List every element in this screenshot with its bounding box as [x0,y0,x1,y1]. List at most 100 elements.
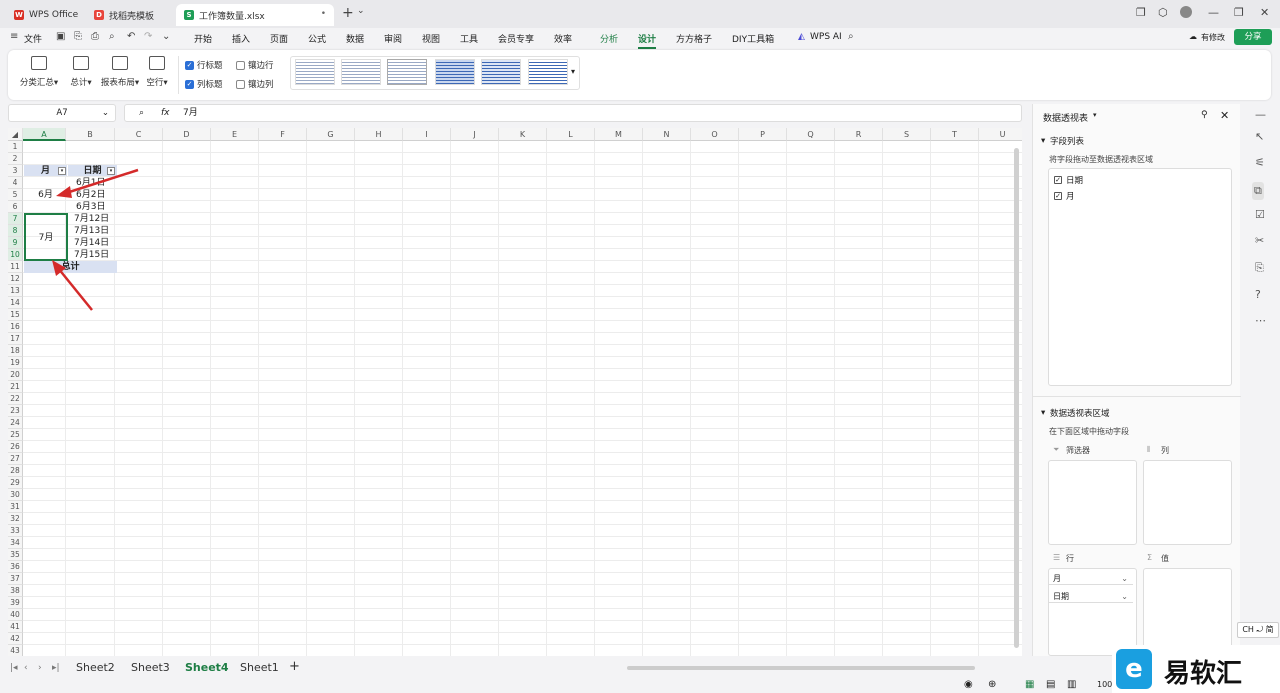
column-header-s[interactable]: S [883,128,931,141]
new-tab-icon[interactable]: + [342,5,354,21]
pivot-panel-icon[interactable]: ⧉ [1252,182,1264,200]
undo-icon[interactable]: ↶ [127,31,135,42]
search-icon[interactable]: ⌕ [848,31,854,42]
banded-rows-checkbox[interactable]: 镶边行 [236,59,274,71]
column-drop-area[interactable] [1143,460,1232,545]
page-break-icon[interactable]: ▥ [1067,679,1076,690]
value-drop-area[interactable] [1143,568,1232,656]
row-header-37[interactable]: 37 [8,573,23,585]
maximize-icon[interactable]: ❐ [1234,6,1244,19]
more-options-icon[interactable]: ⋯ [1255,314,1266,327]
sheet-tab-sheet4[interactable]: Sheet4 [185,661,229,674]
collapse-icon[interactable]: ▾ [1041,408,1045,418]
row-header-26[interactable]: 26 [8,441,23,453]
row-field-month[interactable]: 月 ⌄ [1049,572,1133,585]
zoom-icon[interactable]: ⌕ [139,105,144,121]
menu-file[interactable]: 文件 [24,32,42,45]
pivot-style-2[interactable] [341,59,381,85]
row-header-42[interactable]: 42 [8,633,23,645]
tab-template[interactable]: D 找稻壳模板 [86,4,172,26]
close-tab-icon[interactable]: • [321,9,326,19]
print-icon[interactable]: ⎙ [91,31,99,42]
row-header-24[interactable]: 24 [8,417,23,429]
menu-review[interactable]: 审阅 [384,32,402,45]
chevron-down-icon[interactable]: ⌄ [357,6,365,16]
row-header-23[interactable]: 23 [8,405,23,417]
menu-page[interactable]: 页面 [270,32,288,45]
cursor-icon[interactable]: ↖ [1255,130,1264,143]
row-header-32[interactable]: 32 [8,513,23,525]
column-header-k[interactable]: K [499,128,547,141]
menu-view[interactable]: 视图 [422,32,440,45]
cube-icon[interactable]: ⬡ [1158,6,1168,19]
export-icon[interactable]: ⎘ [74,31,82,42]
prev-sheet-icon[interactable]: ‹ [24,663,28,673]
add-sheet-icon[interactable]: + [289,659,300,674]
tab-workbook[interactable]: S 工作簿数量.xlsx • [176,4,334,26]
pivot-style-4[interactable] [435,59,475,85]
column-header-o[interactable]: O [691,128,739,141]
menu-data[interactable]: 数据 [346,32,364,45]
normal-view-icon[interactable]: ▦ [1025,679,1034,690]
tools-icon[interactable]: ✂ [1255,234,1264,247]
help-icon[interactable]: ? [1255,288,1261,301]
row-header-29[interactable]: 29 [8,477,23,489]
menu-efficiency[interactable]: 效率 [554,32,572,45]
share-button[interactable]: 分享 [1234,29,1272,45]
row-header-28[interactable]: 28 [8,465,23,477]
row-header-35[interactable]: 35 [8,549,23,561]
row-header-30[interactable]: 30 [8,489,23,501]
menu-member[interactable]: 会员专享 [498,32,534,45]
spreadsheet-grid[interactable]: ◢ ABCDEFGHIJKLMNOPQRSTU 1 2 3 4 5 6 7 8 9 10 11 12 1… [8,128,1022,656]
menu-analysis[interactable]: 分析 [600,32,618,45]
field-month-checkbox[interactable]: ✓ 月 [1054,190,1075,202]
row-field-date[interactable]: 日期 ⌄ [1049,590,1133,603]
save-icon[interactable]: ▣ [56,31,65,42]
row-header-41[interactable]: 41 [8,621,23,633]
hamburger-icon[interactable]: ≡ [10,31,18,42]
close-panel-icon[interactable]: ✕ [1220,109,1229,122]
redo-icon[interactable]: ↷ [144,31,152,42]
row-header-22[interactable]: 22 [8,393,23,405]
column-header-p[interactable]: P [739,128,787,141]
chevron-down-icon[interactable]: ▾ [1093,111,1097,119]
gallery-more-icon[interactable]: ▾ [571,67,575,76]
row-header-17[interactable]: 17 [8,333,23,345]
filter-drop-area[interactable] [1048,460,1137,545]
sheet-tab-sheet2[interactable]: Sheet2 [76,661,115,674]
column-header-r[interactable]: R [835,128,883,141]
horizontal-scrollbar[interactable] [627,666,975,670]
column-header-n[interactable]: N [643,128,691,141]
menu-diy[interactable]: DIY工具箱 [732,32,774,45]
book-icon[interactable]: ⎘ [1255,261,1264,275]
report-layout-button[interactable]: 报表布局▾ [96,56,144,88]
window-restore-icon[interactable]: ❐ [1136,6,1146,19]
menu-fangfang[interactable]: 方方格子 [676,32,712,45]
sheet-tab-sheet1[interactable]: Sheet1 [240,661,279,674]
panel-title[interactable]: 数据透视表 [1043,111,1088,124]
row-header-20[interactable]: 20 [8,369,23,381]
row-header-21[interactable]: 21 [8,381,23,393]
column-header-i[interactable]: I [403,128,451,141]
column-header-t[interactable]: T [931,128,979,141]
minimize-icon[interactable]: — [1208,6,1219,19]
sliders-icon[interactable]: ⚟ [1255,156,1265,169]
menu-tools[interactable]: 工具 [460,32,478,45]
menu-formula[interactable]: 公式 [308,32,326,45]
menu-design[interactable]: 设计 [638,32,657,49]
pin-icon[interactable]: ⚲ [1201,110,1208,120]
formula-input[interactable]: ⌕ fx 7月 [124,104,1022,122]
zoom-level[interactable]: 100 [1097,680,1112,689]
sheet-tab-sheet3[interactable]: Sheet3 [131,661,170,674]
pivot-style-5[interactable] [481,59,521,85]
column-header-u[interactable]: U [979,128,1022,141]
pivot-style-1[interactable] [295,59,335,85]
row-header-40[interactable]: 40 [8,609,23,621]
column-header-m[interactable]: M [595,128,643,141]
row-header-33[interactable]: 33 [8,525,23,537]
minimize-panel-icon[interactable]: — [1255,108,1266,121]
grandtotal-button[interactable]: 总计▾ [64,56,98,88]
tab-wps-office[interactable]: W WPS Office [6,4,82,26]
menu-home[interactable]: 开始 [194,32,212,45]
last-sheet-icon[interactable]: ▸| [52,663,60,673]
